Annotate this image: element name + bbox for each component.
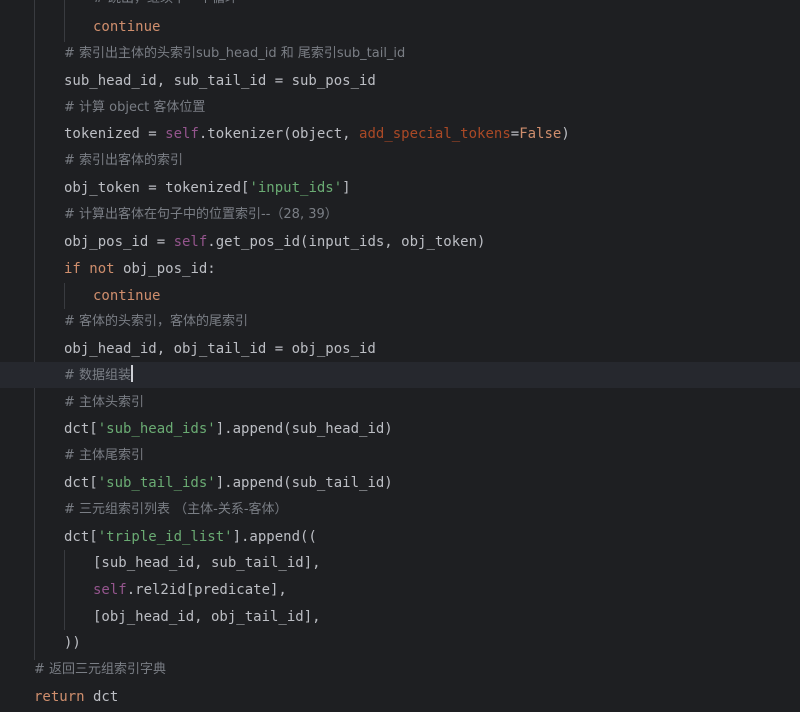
code-token: ].append(sub_head_id) (215, 421, 393, 437)
code-text: if not obj_pos_id: (64, 256, 216, 282)
code-token: tokenized = (64, 126, 166, 142)
code-line[interactable]: tokenized = self.tokenizer(object, add_s… (0, 121, 800, 147)
code-line[interactable]: # 三元组索引列表 （主体-关系-客体） (0, 497, 800, 523)
code-line[interactable]: )) (0, 630, 800, 656)
code-line[interactable]: continue (0, 14, 800, 40)
code-line[interactable]: if not obj_pos_id: (0, 256, 800, 282)
code-token: dct (84, 689, 119, 705)
comment: # 索引出客体的索引 (64, 153, 184, 168)
code-line[interactable]: dct['sub_head_ids'].append(sub_head_id) (0, 416, 800, 442)
code-token: dct[ (64, 475, 98, 491)
code-editor[interactable]: # 跳出，继续下一个循环 continue # 索引出主体的头索引sub_hea… (0, 0, 800, 712)
code-line[interactable]: # 客体的头索引，客体的尾索引 (0, 309, 800, 335)
comment: # 返回三元组索引字典 (34, 662, 167, 677)
code-line[interactable]: # 主体头索引 (0, 390, 800, 416)
code-token: .rel2id[predicate], (126, 582, 287, 598)
code-line[interactable]: [sub_head_id, sub_tail_id], (0, 550, 800, 576)
code-text: )) (64, 635, 81, 651)
keyword-continue: continue (93, 288, 161, 304)
comment: # 客体的头索引，客体的尾索引 (64, 314, 249, 329)
code-text: # 数据组装 (64, 362, 134, 389)
code-text: obj_pos_id = self.get_pos_id(input_ids, … (64, 229, 485, 255)
code-line[interactable]: [obj_head_id, obj_tail_id], (0, 604, 800, 630)
string-literal: 'sub_head_ids' (97, 421, 216, 437)
keyword-return: return (34, 689, 85, 705)
code-line[interactable]: obj_pos_id = self.get_pos_id(input_ids, … (0, 229, 800, 255)
code-text: self.rel2id[predicate], (93, 577, 287, 603)
code-token: dct[ (64, 421, 98, 437)
code-token: ) (561, 126, 570, 142)
code-line[interactable]: # 索引出客体的索引 (0, 148, 800, 174)
code-token: ].append(sub_tail_id) (215, 475, 393, 491)
code-text: dct['triple_id_list'].append(( (64, 524, 317, 550)
self-keyword: self (165, 126, 199, 142)
code-line[interactable]: # 跳出，继续下一个循环 (0, 0, 800, 12)
string-literal: 'triple_id_list' (97, 529, 233, 545)
comment: # 索引出主体的头索引sub_head_id 和 尾索引sub_tail_id (64, 46, 406, 61)
current-code-line[interactable]: # 数据组装 (0, 362, 800, 388)
keyword-if: if (64, 261, 81, 277)
keyword-not: not (89, 261, 115, 277)
code-text: tokenized = self.tokenizer(object, add_s… (64, 121, 570, 147)
code-text: dct['sub_tail_ids'].append(sub_tail_id) (64, 470, 393, 496)
comment: # 跳出，继续下一个循环 (93, 0, 238, 12)
self-keyword: self (93, 582, 127, 598)
code-token: ] (342, 180, 351, 196)
keyword-continue: continue (93, 19, 161, 35)
text-caret (131, 365, 134, 382)
code-line[interactable]: # 计算 object 客体位置 (0, 95, 800, 121)
code-line[interactable]: # 计算出客体在句子中的位置索引--（28, 39） (0, 202, 800, 228)
keyword-false: False (519, 126, 562, 142)
code-token: obj_pos_id: (114, 261, 216, 277)
code-token: .get_pos_id(input_ids, obj_token) (207, 234, 486, 250)
code-text: dct['sub_head_ids'].append(sub_head_id) (64, 416, 393, 442)
code-token: = (510, 126, 520, 142)
code-token: dct[ (64, 529, 98, 545)
string-literal: 'input_ids' (249, 180, 343, 196)
code-token: ].append(( (232, 529, 317, 545)
code-text: [obj_head_id, obj_tail_id], (93, 609, 321, 625)
code-line[interactable]: obj_token = tokenized['input_ids'] (0, 175, 800, 201)
code-text: return dct (34, 684, 118, 710)
comment: # 计算出客体在句子中的位置索引--（28, 39） (64, 207, 338, 222)
comment: # 三元组索引列表 （主体-关系-客体） (64, 502, 288, 517)
code-text: sub_head_id, sub_tail_id = sub_pos_id (64, 73, 376, 89)
code-text: obj_head_id, obj_tail_id = obj_pos_id (64, 341, 376, 357)
comment: # 数据组装 (64, 368, 132, 383)
code-line[interactable]: # 返回三元组索引字典 (0, 657, 800, 683)
code-line[interactable]: # 主体尾索引 (0, 443, 800, 469)
self-keyword: self (173, 234, 208, 250)
code-line[interactable]: dct['triple_id_list'].append(( (0, 524, 800, 550)
code-line[interactable]: return dct (0, 684, 800, 710)
string-literal: 'sub_tail_ids' (97, 475, 216, 491)
code-line[interactable]: self.rel2id[predicate], (0, 577, 800, 603)
comment: # 主体头索引 (64, 395, 145, 410)
code-token: obj_pos_id = (64, 234, 174, 250)
code-token: .tokenizer(object, (198, 126, 360, 142)
code-line[interactable]: obj_head_id, obj_tail_id = obj_pos_id (0, 336, 800, 362)
code-token: obj_token = tokenized[ (64, 180, 250, 196)
code-text: obj_token = tokenized['input_ids'] (64, 175, 351, 201)
code-line[interactable]: # 索引出主体的头索引sub_head_id 和 尾索引sub_tail_id (0, 41, 800, 67)
code-line[interactable]: sub_head_id, sub_tail_id = sub_pos_id (0, 68, 800, 94)
comment: # 主体尾索引 (64, 448, 145, 463)
code-text: [sub_head_id, sub_tail_id], (93, 555, 321, 571)
comment: # 计算 object 客体位置 (64, 100, 206, 115)
code-line[interactable]: continue (0, 283, 800, 309)
param-name: add_special_tokens (359, 126, 511, 142)
code-line[interactable]: dct['sub_tail_ids'].append(sub_tail_id) (0, 470, 800, 496)
